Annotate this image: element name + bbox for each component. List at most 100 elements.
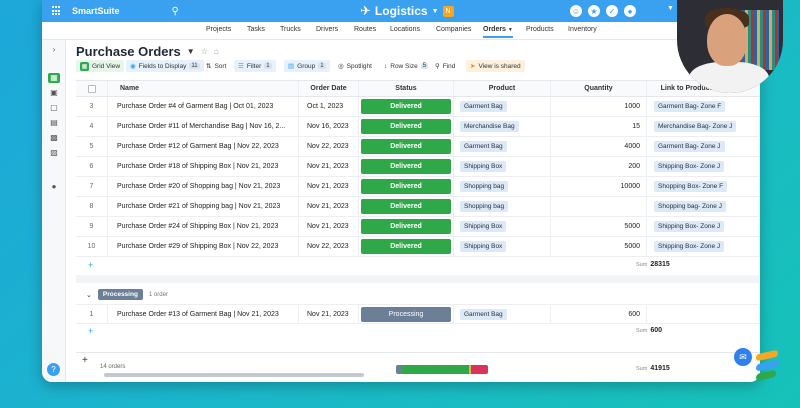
product-cell[interactable]: Shipping Box [454,237,551,256]
inventory-link-tag[interactable]: Shipping Box- Zone J [654,241,725,252]
view-shared-button[interactable]: ➤ View is shared [466,60,525,72]
quantity-cell[interactable] [551,197,647,216]
table-row[interactable]: 10 Purchase Order #29 of Shipping Box | … [76,237,760,257]
order-name[interactable]: Purchase Order #11 of Merchandise Bag | … [108,117,299,136]
product-cell[interactable]: Merchandise Bag [454,117,551,136]
quantity-cell[interactable]: 200 [551,157,647,176]
tab-locations[interactable]: Locations [390,26,420,33]
inventory-link-cell[interactable]: Shopping bag- Zone J [647,197,760,216]
workspace-switcher[interactable]: ✈ Logistics ▼ N [360,3,454,19]
table-row[interactable]: 5 Purchase Order #12 of Garment Bag | No… [76,137,760,157]
smile-icon[interactable]: ☺ [570,5,582,17]
table-icon[interactable]: ▣ [48,88,60,98]
quantity-cell[interactable]: 1000 [551,97,647,116]
star-outline-icon[interactable]: ☆ [201,47,208,56]
inventory-link-tag[interactable]: Shopping Box- Zone F [654,181,728,192]
product-cell[interactable]: Garment Bag [454,97,551,116]
inventory-link-tag[interactable]: Garment Bag- Zone F [654,101,726,112]
inventory-link-tag[interactable]: Shipping Box- Zone J [654,161,725,172]
product-tag[interactable]: Shipping Box [460,161,507,172]
add-row-icon[interactable]: + [88,260,93,270]
inventory-link-cell[interactable]: Shipping Box- Zone J [647,157,760,176]
chart-icon[interactable]: ▩ [48,133,60,143]
quantity-cell[interactable]: 5000 [551,217,647,236]
tab-inventory[interactable]: Inventory [568,26,597,33]
tab-projects[interactable]: Projects [206,26,231,33]
check-icon[interactable]: ✓ [606,5,618,17]
filter-button[interactable]: ☰ Filter 1 [234,60,276,72]
table-row[interactable]: 7 Purchase Order #20 of Shopping bag | N… [76,177,760,197]
order-name[interactable]: Purchase Order #24 of Shipping Box | Nov… [108,217,299,236]
table-row[interactable]: 6 Purchase Order #18 of Shipping Box | N… [76,157,760,177]
product-tag[interactable]: Shopping bag [460,181,509,192]
inventory-link-tag[interactable]: Shipping Box- Zone J [654,221,725,232]
tab-routes[interactable]: Routes [354,26,376,33]
tab-drivers[interactable]: Drivers [316,26,338,33]
inventory-link-cell[interactable]: Shipping Box- Zone J [647,217,760,236]
inventory-link-tag[interactable]: Shopping bag- Zone J [654,201,726,212]
product-cell[interactable]: Shipping Box [454,217,551,236]
order-name[interactable]: Purchase Order #18 of Shipping Box | Nov… [108,157,299,176]
user-menu-caret-icon[interactable]: ▼ [667,5,674,12]
map-icon[interactable]: ▨ [48,148,60,158]
grid-view-icon[interactable]: ▦ [48,73,60,83]
product-cell[interactable]: Garment Bag [454,137,551,156]
caret-down-icon[interactable]: ▼ [187,47,195,56]
status-cell[interactable]: Delivered [359,177,454,196]
product-tag[interactable]: Shipping Box [460,241,507,252]
row-size-button[interactable]: ↕ Row Size 5 [380,60,432,72]
star-icon[interactable]: ★ [588,5,600,17]
inventory-link-cell[interactable]: Garment Bag- Zone F [647,97,760,116]
column-header-quantity[interactable]: Quantity [551,81,647,96]
order-name[interactable]: Purchase Order #4 of Garment Bag | Oct 0… [108,97,299,116]
column-header-order-date[interactable]: Order Date [299,81,359,96]
tab-trucks[interactable]: Trucks [280,26,301,33]
status-cell[interactable]: Delivered [359,237,454,256]
product-tag[interactable]: Shipping Box [460,221,507,232]
inventory-link-cell[interactable]: Garment Bag- Zone J [647,137,760,156]
product-tag[interactable]: Merchandise Bag [460,121,519,132]
quantity-cell[interactable]: 600 [551,305,647,323]
table-row[interactable]: 8 Purchase Order #21 of Shopping bag | N… [76,197,760,217]
inventory-link-cell[interactable] [647,305,760,323]
column-header-status[interactable]: Status [359,81,454,96]
table-row[interactable]: 1 Purchase Order #13 of Garment Bag | No… [76,304,760,324]
horizontal-scrollbar[interactable] [104,373,364,377]
sort-button[interactable]: ⇅ Sort [202,60,230,72]
help-icon[interactable]: ? [47,363,60,376]
product-tag[interactable]: Shopping bag [460,201,509,212]
product-cell[interactable]: Shipping Box [454,157,551,176]
order-date[interactable]: Nov 21, 2023 [299,305,359,323]
fields-to-display-button[interactable]: ◉ Fields to Display 11 [126,60,204,72]
inventory-link-cell[interactable]: Shipping Box- Zone J [647,237,760,256]
order-date[interactable]: Oct 1, 2023 [299,97,359,116]
inventory-link-tag[interactable]: Merchandise Bag- Zone J [654,121,737,132]
collapse-chevron-icon[interactable]: › [48,45,60,55]
chevron-down-icon[interactable]: ⌄ [86,291,92,299]
home-icon[interactable]: ⌂ [214,47,219,56]
group-header-processing[interactable]: ⌄ Processing 1 order [86,289,168,300]
product-cell[interactable]: Shopping bag [454,177,551,196]
status-cell[interactable]: Delivered [359,197,454,216]
order-name[interactable]: Purchase Order #29 of Shipping Box | Nov… [108,237,299,256]
status-cell[interactable]: Delivered [359,137,454,156]
order-name[interactable]: Purchase Order #21 of Shopping bag | Nov… [108,197,299,216]
inventory-link-tag[interactable]: Garment Bag- Zone J [654,141,725,152]
order-date[interactable]: Nov 21, 2023 [299,177,359,196]
select-all-checkbox[interactable] [87,84,96,93]
tab-products[interactable]: Products [526,26,554,33]
status-cell[interactable]: Delivered [359,157,454,176]
order-date[interactable]: Nov 21, 2023 [299,157,359,176]
tab-orders[interactable]: Orders ▼ [483,26,513,38]
table-row[interactable]: 4 Purchase Order #11 of Merchandise Bag … [76,117,760,137]
find-button[interactable]: ⚲ Find [431,60,459,72]
inventory-link-cell[interactable]: Shopping Box- Zone F [647,177,760,196]
quantity-cell[interactable]: 15 [551,117,647,136]
order-name[interactable]: Purchase Order #13 of Garment Bag | Nov … [108,305,299,323]
table-row[interactable]: 3 Purchase Order #4 of Garment Bag | Oct… [76,97,760,117]
column-header-product[interactable]: Product [454,81,551,96]
status-cell[interactable]: Delivered [359,97,454,116]
add-row-icon[interactable]: + [88,326,93,336]
column-header-name[interactable]: Name [108,81,299,96]
order-date[interactable]: Nov 21, 2023 [299,217,359,236]
